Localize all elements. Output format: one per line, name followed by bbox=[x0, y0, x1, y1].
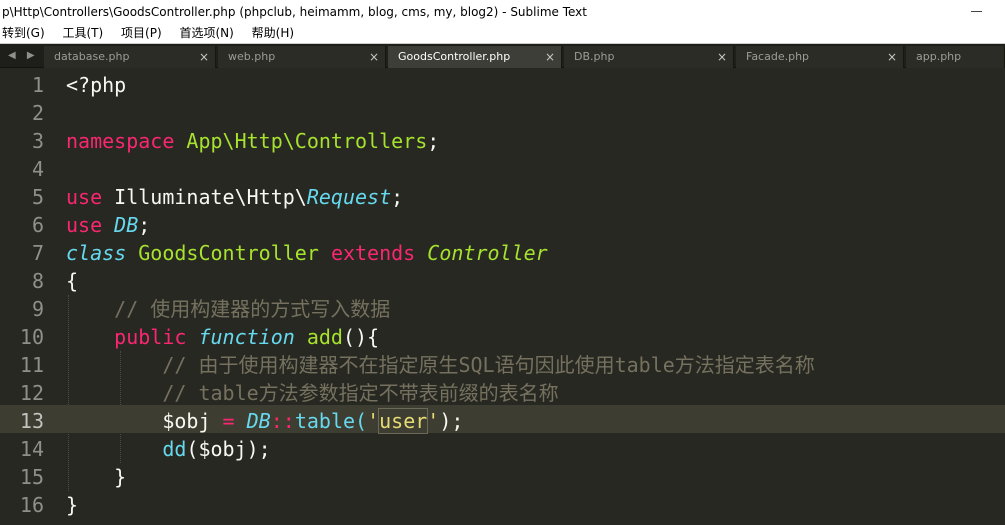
line-number: 1 bbox=[31, 73, 44, 97]
close-icon[interactable]: × bbox=[717, 46, 727, 68]
tab-nav-arrows-icon[interactable]: ◀ ▶ bbox=[0, 44, 44, 68]
line-number: 16 bbox=[19, 493, 44, 517]
line-number: 7 bbox=[31, 241, 44, 265]
line-number: 12 bbox=[19, 381, 44, 405]
line-number: 10 bbox=[19, 325, 44, 349]
code-line-7: class GoodsController extends Controller bbox=[66, 239, 548, 267]
line-number: 8 bbox=[31, 269, 44, 293]
keyword-extends: extends bbox=[330, 241, 416, 265]
keyword: use bbox=[66, 213, 103, 237]
line-number: 15 bbox=[19, 465, 44, 489]
class-name: DB bbox=[114, 213, 139, 237]
minimize-icon bbox=[971, 11, 982, 12]
keyword: namespace bbox=[66, 129, 175, 153]
variable: $obj bbox=[162, 409, 223, 433]
string-quote: ' bbox=[427, 409, 440, 433]
keyword: use bbox=[66, 185, 103, 209]
code-area[interactable]: <?php namespace App\Http\Controllers; us… bbox=[60, 69, 1005, 525]
code-line-13: $obj = DB::table('user'); bbox=[66, 407, 463, 435]
line-number: 9 bbox=[31, 297, 44, 321]
line-number: 4 bbox=[31, 157, 44, 181]
punct: ; bbox=[427, 129, 440, 153]
class-name: Request bbox=[306, 185, 392, 209]
comment: // 使用构建器的方式写入数据 bbox=[114, 297, 391, 321]
code-line-1: <?php bbox=[66, 71, 126, 99]
punct: ); bbox=[439, 409, 464, 433]
code-line-5: use Illuminate\Http\Request; bbox=[66, 183, 403, 211]
tab-label: Facade.php bbox=[746, 50, 810, 63]
code-line-6: use DB; bbox=[66, 211, 150, 239]
line-number: 3 bbox=[31, 129, 44, 153]
class-name: DB bbox=[246, 409, 271, 433]
function-name: add bbox=[306, 325, 343, 349]
call-args: ($obj); bbox=[186, 437, 271, 461]
scope-operator: :: bbox=[270, 409, 295, 433]
brace: } bbox=[66, 493, 79, 517]
line-number-gutter: 1 2 3 4 5 6 7 8 9 10 11 12 13 14 15 16 bbox=[0, 69, 60, 525]
line-number: 11 bbox=[19, 353, 44, 377]
tab-web-php[interactable]: web.php × bbox=[218, 46, 386, 68]
punct: (){ bbox=[342, 325, 380, 349]
line-number: 5 bbox=[31, 185, 44, 209]
punct: ; bbox=[138, 213, 151, 237]
string-quote: ' bbox=[367, 409, 380, 433]
comment: // 由于使用构建器不在指定原生SQL语句因此使用table方法指定表名称 bbox=[162, 353, 815, 377]
namespace-name: App\Http\Controllers bbox=[186, 129, 428, 153]
code-line-12: // table方法参数指定不带表前缀的表名称 bbox=[66, 379, 559, 407]
tab-goodscontroller-php[interactable]: GoodsController.php × bbox=[388, 46, 562, 68]
code-line-9: // 使用构建器的方式写入数据 bbox=[66, 295, 390, 323]
brace: { bbox=[66, 269, 79, 293]
tab-label: GoodsController.php bbox=[398, 50, 511, 63]
brace: } bbox=[114, 465, 127, 489]
close-icon[interactable]: × bbox=[887, 46, 897, 68]
line-number-current: 13 bbox=[19, 409, 44, 433]
keyword-function: function bbox=[198, 325, 295, 349]
menu-help[interactable]: 帮助(H) bbox=[250, 24, 296, 42]
code-line-8: { bbox=[66, 267, 78, 295]
keyword-public: public bbox=[114, 325, 187, 349]
class-name: GoodsController bbox=[138, 241, 319, 265]
tab-label: app.php bbox=[916, 50, 962, 63]
operator: = bbox=[222, 409, 235, 433]
menu-bar: 转到(G) 工具(T) 项目(P) 首选项(N) 帮助(H) bbox=[0, 24, 1005, 44]
close-icon[interactable]: × bbox=[369, 46, 379, 68]
comment: // table方法参数指定不带表前缀的表名称 bbox=[162, 381, 559, 405]
code-editor[interactable]: 1 2 3 4 5 6 7 8 9 10 11 12 13 14 15 16 <… bbox=[0, 69, 1005, 525]
tab-facade-php[interactable]: Facade.php × bbox=[736, 46, 904, 68]
menu-project[interactable]: 项目(P) bbox=[119, 24, 164, 42]
line-number: 2 bbox=[31, 101, 44, 125]
code-line-16: } bbox=[66, 491, 78, 519]
menu-preferences[interactable]: 首选项(N) bbox=[177, 24, 235, 42]
tab-bar: ◀ ▶ database.php × web.php × GoodsContro… bbox=[0, 44, 1005, 68]
minimize-button[interactable] bbox=[965, 0, 1005, 24]
tab-db-php[interactable]: DB.php × bbox=[564, 46, 734, 68]
menu-tools[interactable]: 工具(T) bbox=[61, 24, 106, 42]
window-title: p\Http\Controllers\GoodsController.php (… bbox=[2, 5, 587, 19]
tab-label: web.php bbox=[228, 50, 276, 63]
tab-label: database.php bbox=[54, 50, 130, 63]
line-number: 14 bbox=[19, 437, 44, 461]
method-call: table( bbox=[294, 409, 368, 433]
code-line-3: namespace App\Http\Controllers; bbox=[66, 127, 439, 155]
punct: ; bbox=[391, 185, 404, 209]
menu-goto[interactable]: 转到(G) bbox=[0, 24, 47, 42]
tab-label: DB.php bbox=[574, 50, 615, 63]
close-icon[interactable]: × bbox=[199, 46, 209, 68]
code-line-10: public function add(){ bbox=[66, 323, 379, 351]
tab-database-php[interactable]: database.php × bbox=[44, 46, 216, 68]
function-call: dd bbox=[162, 437, 187, 461]
parent-class: Controller bbox=[427, 241, 548, 265]
window-title-bar: p\Http\Controllers\GoodsController.php (… bbox=[0, 0, 1005, 24]
keyword-class: class bbox=[66, 241, 127, 265]
close-icon[interactable]: × bbox=[545, 46, 555, 68]
string-literal: user bbox=[378, 408, 429, 434]
tab-app-php[interactable]: app.php bbox=[906, 46, 1005, 68]
code-line-14: dd($obj); bbox=[66, 435, 271, 463]
code-line-11: // 由于使用构建器不在指定原生SQL语句因此使用table方法指定表名称 bbox=[66, 351, 815, 379]
namespace-path: Illuminate\Http\ bbox=[114, 185, 307, 209]
php-open-tag: <?php bbox=[66, 73, 127, 97]
code-line-15: } bbox=[66, 463, 126, 491]
line-number: 6 bbox=[31, 213, 44, 237]
